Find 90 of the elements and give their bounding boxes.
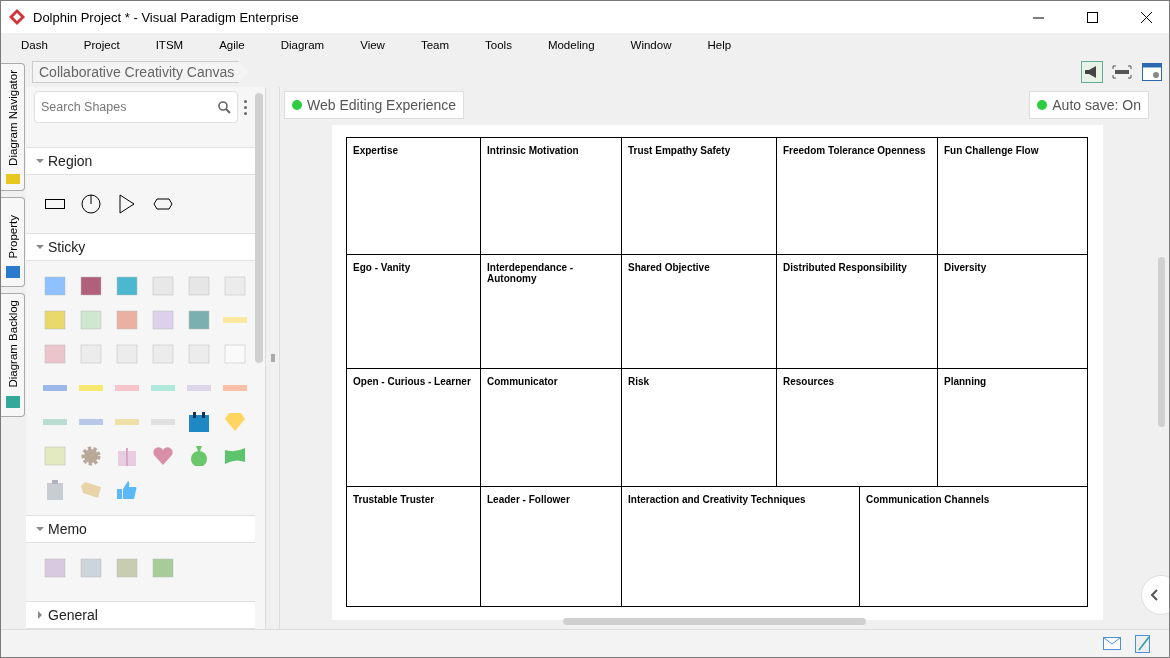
canvas-cell[interactable]: Freedom Tolerance Openness (777, 138, 938, 254)
sticky-note-icon[interactable] (116, 310, 138, 330)
tape-icon[interactable] (43, 384, 67, 392)
collapse-button[interactable] (1141, 575, 1169, 615)
gift-icon[interactable] (117, 446, 137, 466)
tape-icon[interactable] (151, 384, 175, 392)
panel-icon (4, 394, 21, 410)
sticky-note-icon[interactable] (80, 276, 102, 296)
tag-icon[interactable] (81, 482, 101, 498)
side-tab[interactable]: Diagram Navigator (1, 63, 25, 191)
canvas-cell[interactable]: Interdependance - Autonomy (481, 255, 622, 368)
gem-icon[interactable] (225, 413, 245, 431)
bag-icon[interactable] (190, 446, 208, 466)
mail-icon[interactable] (1103, 637, 1121, 650)
rectangle-icon[interactable] (45, 199, 65, 209)
chevron-left-icon (1150, 589, 1158, 601)
canvas-cell[interactable]: Shared Objective (622, 255, 777, 368)
section-header[interactable]: Region (26, 147, 255, 175)
sticky-note-icon[interactable] (44, 276, 66, 296)
banner-icon[interactable] (225, 448, 245, 464)
canvas-cell[interactable]: Resources (777, 369, 938, 486)
section-header[interactable]: General (26, 601, 255, 629)
clock-icon[interactable] (81, 194, 101, 214)
panel-icon (4, 264, 21, 280)
canvas-cell[interactable]: Leader - Follower (481, 487, 622, 606)
canvas-cell[interactable]: Trustable Truster (347, 487, 481, 606)
tape-icon[interactable] (187, 384, 211, 392)
sticky-note-icon[interactable] (152, 558, 174, 578)
clipboard-icon[interactable] (47, 480, 63, 500)
panel-icon (4, 171, 21, 184)
tape-icon[interactable] (223, 384, 247, 392)
menu-item[interactable]: Tools (485, 39, 512, 51)
sticky-note-icon[interactable] (188, 310, 210, 330)
vertical-scrollbar[interactable] (1158, 257, 1165, 427)
heart-icon[interactable] (153, 447, 173, 465)
app-logo-icon (9, 9, 25, 25)
splitter-handle-icon[interactable] (270, 354, 275, 362)
canvas-cell[interactable]: Fun Challenge Flow (938, 138, 1087, 254)
status-chip: Web Editing Experience (284, 91, 465, 119)
section-header[interactable]: Sticky (26, 233, 255, 261)
canvas-cell[interactable]: Interaction and Creativity Techniques (622, 487, 860, 606)
gear-icon[interactable] (81, 446, 101, 466)
side-tab[interactable]: Property (1, 197, 25, 287)
calendar-icon[interactable] (189, 412, 209, 432)
sticky-note-icon[interactable] (116, 276, 138, 296)
canvas-cell[interactable]: Distributed Responsibility (777, 255, 938, 368)
canvas-cell[interactable]: Trust Empathy Safety (622, 138, 777, 254)
menu-item[interactable]: Help (707, 39, 732, 51)
menu-item[interactable]: Agile (219, 39, 245, 51)
tape-icon[interactable] (223, 316, 247, 324)
maximize-icon (1086, 11, 1098, 23)
menu-item[interactable]: Modeling (547, 39, 595, 51)
canvas-cell[interactable]: Open - Curious - Learner (347, 369, 481, 486)
triangle-icon[interactable] (119, 194, 135, 214)
side-tab[interactable]: Diagram Backlog (1, 293, 25, 417)
canvas-cell[interactable]: Expertise (347, 138, 481, 254)
breadcrumb[interactable]: Collaborative Creativity Canvas (32, 61, 249, 83)
more-icon[interactable] (244, 99, 247, 115)
menu-item[interactable]: View (360, 39, 385, 51)
canvas-cell[interactable]: Ego - Vanity (347, 255, 481, 368)
canvas-cell[interactable]: Intrinsic Motivation (481, 138, 622, 254)
layout-button[interactable] (1141, 61, 1163, 83)
thumbs-up-icon[interactable] (117, 481, 137, 499)
menu-item[interactable]: Dash (21, 39, 48, 51)
tape-icon[interactable] (115, 418, 139, 426)
menu-item[interactable]: ITSM (155, 39, 184, 51)
search-field[interactable]: Search Shapes (34, 91, 238, 123)
search-icon (218, 101, 231, 114)
section-header[interactable]: Memo (26, 515, 255, 543)
hexagon-icon[interactable] (153, 198, 173, 210)
canvas-cell[interactable]: Planning (938, 369, 1087, 486)
menu-item[interactable]: Diagram (280, 39, 325, 51)
menu-item[interactable]: Project (83, 39, 120, 51)
tape-icon[interactable] (79, 418, 103, 426)
close-icon (1140, 11, 1152, 23)
tape-icon[interactable] (43, 418, 67, 426)
canvas-cell[interactable]: Risk (622, 369, 777, 486)
horizontal-scrollbar[interactable] (563, 618, 866, 625)
tape-icon[interactable] (115, 384, 139, 392)
document-edit-icon[interactable] (1135, 634, 1151, 653)
tape-icon[interactable] (79, 384, 103, 392)
window-title: Dolphin Project * - Visual Paradigm Enterprise (33, 9, 300, 25)
megaphone-button[interactable] (1081, 61, 1103, 83)
canvas-cell[interactable]: Communication Channels (860, 487, 1087, 606)
canvas-cell[interactable]: Communicator (481, 369, 622, 486)
scrollbar-thumb[interactable] (255, 93, 263, 363)
canvas-cell[interactable]: Diversity (938, 255, 1087, 368)
menu-item[interactable]: Window (630, 39, 672, 51)
menu-item[interactable]: Team (420, 39, 450, 51)
status-chip: Auto save: On (1029, 91, 1149, 119)
